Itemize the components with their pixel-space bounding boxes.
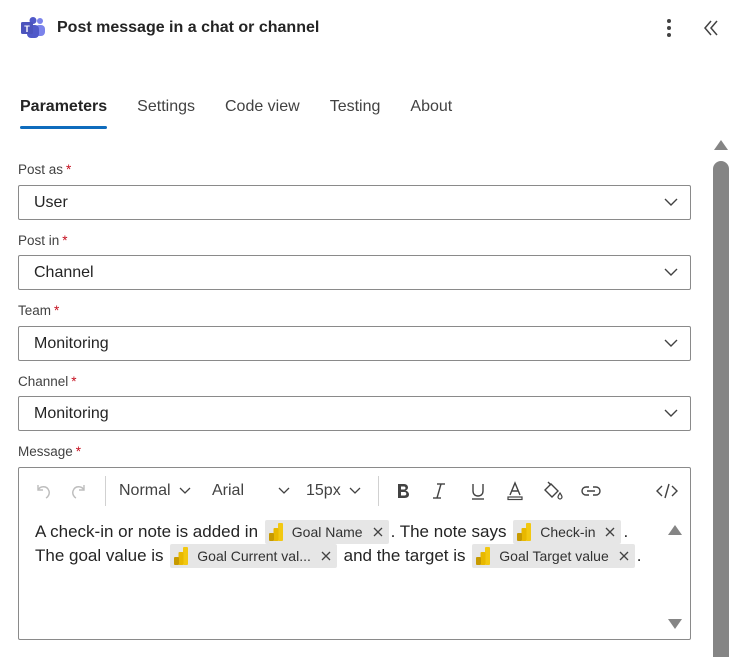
undo-icon (37, 485, 50, 499)
dynamic-token-chip[interactable]: Check-in (513, 520, 622, 544)
required-marker: * (62, 233, 68, 248)
code-view-button[interactable] (656, 478, 678, 504)
tab-testing[interactable]: Testing (330, 96, 381, 132)
tab-about[interactable]: About (410, 96, 452, 132)
scroll-up-arrow[interactable] (713, 139, 729, 151)
team-label: Team * (18, 303, 60, 318)
font-size-value: 15px (306, 482, 341, 499)
redo-icon (72, 485, 85, 499)
remove-icon[interactable] (619, 551, 629, 561)
chevron-down-icon (664, 409, 678, 417)
message-label: Message * (18, 444, 82, 459)
italic-icon (433, 483, 445, 499)
power-bi-icon (476, 547, 491, 565)
channel-label: Channel * (18, 374, 77, 389)
underline-button[interactable] (468, 478, 488, 504)
highlight-color-button[interactable] (542, 478, 564, 504)
more-options-button[interactable] (660, 17, 678, 39)
post-in-value: Channel (34, 264, 94, 281)
page-title: Post message in a chat or channel (57, 19, 320, 36)
channel-value: Monitoring (34, 405, 109, 422)
italic-button[interactable] (429, 478, 449, 504)
panel-header: T Post message in a chat or channel (0, 0, 731, 60)
power-bi-icon (174, 547, 189, 565)
team-value: Monitoring (34, 335, 109, 352)
font-color-button[interactable] (505, 478, 525, 504)
toolbar-divider (378, 476, 379, 506)
code-icon (656, 483, 678, 499)
chevron-down-icon (664, 339, 678, 347)
required-marker: * (66, 162, 72, 177)
required-marker: * (54, 303, 60, 318)
editor-toolbar: Normal Arial 15px (19, 468, 690, 514)
insert-link-button[interactable] (580, 478, 602, 504)
paragraph-style-value: Normal (119, 482, 171, 499)
team-dropdown[interactable]: Monitoring (18, 326, 691, 361)
power-bi-icon (268, 523, 283, 541)
post-in-label: Post in * (18, 233, 68, 248)
bold-button[interactable] (393, 478, 413, 504)
dynamic-token-chip[interactable]: Goal Name (264, 520, 389, 544)
dynamic-token-chip[interactable]: Goal Target value (472, 544, 635, 568)
paint-bucket-icon (544, 481, 563, 500)
tab-parameters[interactable]: Parameters (20, 96, 108, 132)
message-editor[interactable]: Normal Arial 15px A check-in or note is … (18, 467, 691, 640)
tab-settings[interactable]: Settings (137, 96, 195, 132)
post-in-dropdown[interactable]: Channel (18, 255, 691, 290)
chevron-down-icon (664, 198, 678, 206)
underline-icon (472, 484, 484, 500)
tab-code-view[interactable]: Code view (225, 96, 300, 132)
chevron-down-icon (179, 487, 191, 494)
required-marker: * (75, 444, 82, 459)
remove-icon[interactable] (321, 551, 331, 561)
svg-text:T: T (24, 24, 30, 34)
tab-bar: Parameters Settings Code view Testing Ab… (20, 96, 482, 132)
chevron-down-icon (278, 487, 290, 494)
font-family-value: Arial (212, 482, 245, 499)
font-family-select[interactable]: Arial (212, 478, 290, 504)
font-color-icon (507, 481, 523, 501)
post-as-value: User (34, 194, 68, 211)
post-as-dropdown[interactable]: User (18, 185, 691, 220)
chevron-down-icon (349, 487, 361, 494)
chevron-down-icon (664, 268, 678, 276)
post-as-label: Post as * (18, 162, 72, 177)
toolbar-divider (105, 476, 106, 506)
required-marker: * (71, 374, 77, 389)
undo-button[interactable] (33, 478, 53, 504)
power-bi-icon (517, 523, 532, 541)
remove-icon[interactable] (373, 527, 383, 537)
double-chevron-left-icon[interactable] (701, 17, 721, 39)
dynamic-token-chip[interactable]: Goal Current val... (170, 544, 337, 568)
scrollbar-thumb[interactable] (713, 161, 729, 657)
remove-icon[interactable] (605, 527, 615, 537)
paragraph-style-select[interactable]: Normal (119, 478, 191, 504)
link-icon (581, 486, 601, 496)
message-content[interactable]: A check-in or note is added in Goal Name… (35, 520, 665, 568)
more-vertical-icon (667, 19, 671, 23)
teams-icon: T (21, 17, 45, 38)
font-size-select[interactable]: 15px (306, 478, 361, 504)
scroll-down-arrow[interactable] (667, 618, 683, 630)
scroll-up-arrow[interactable] (667, 524, 683, 536)
bold-icon (398, 484, 409, 498)
channel-dropdown[interactable]: Monitoring (18, 396, 691, 431)
redo-button[interactable] (69, 478, 89, 504)
